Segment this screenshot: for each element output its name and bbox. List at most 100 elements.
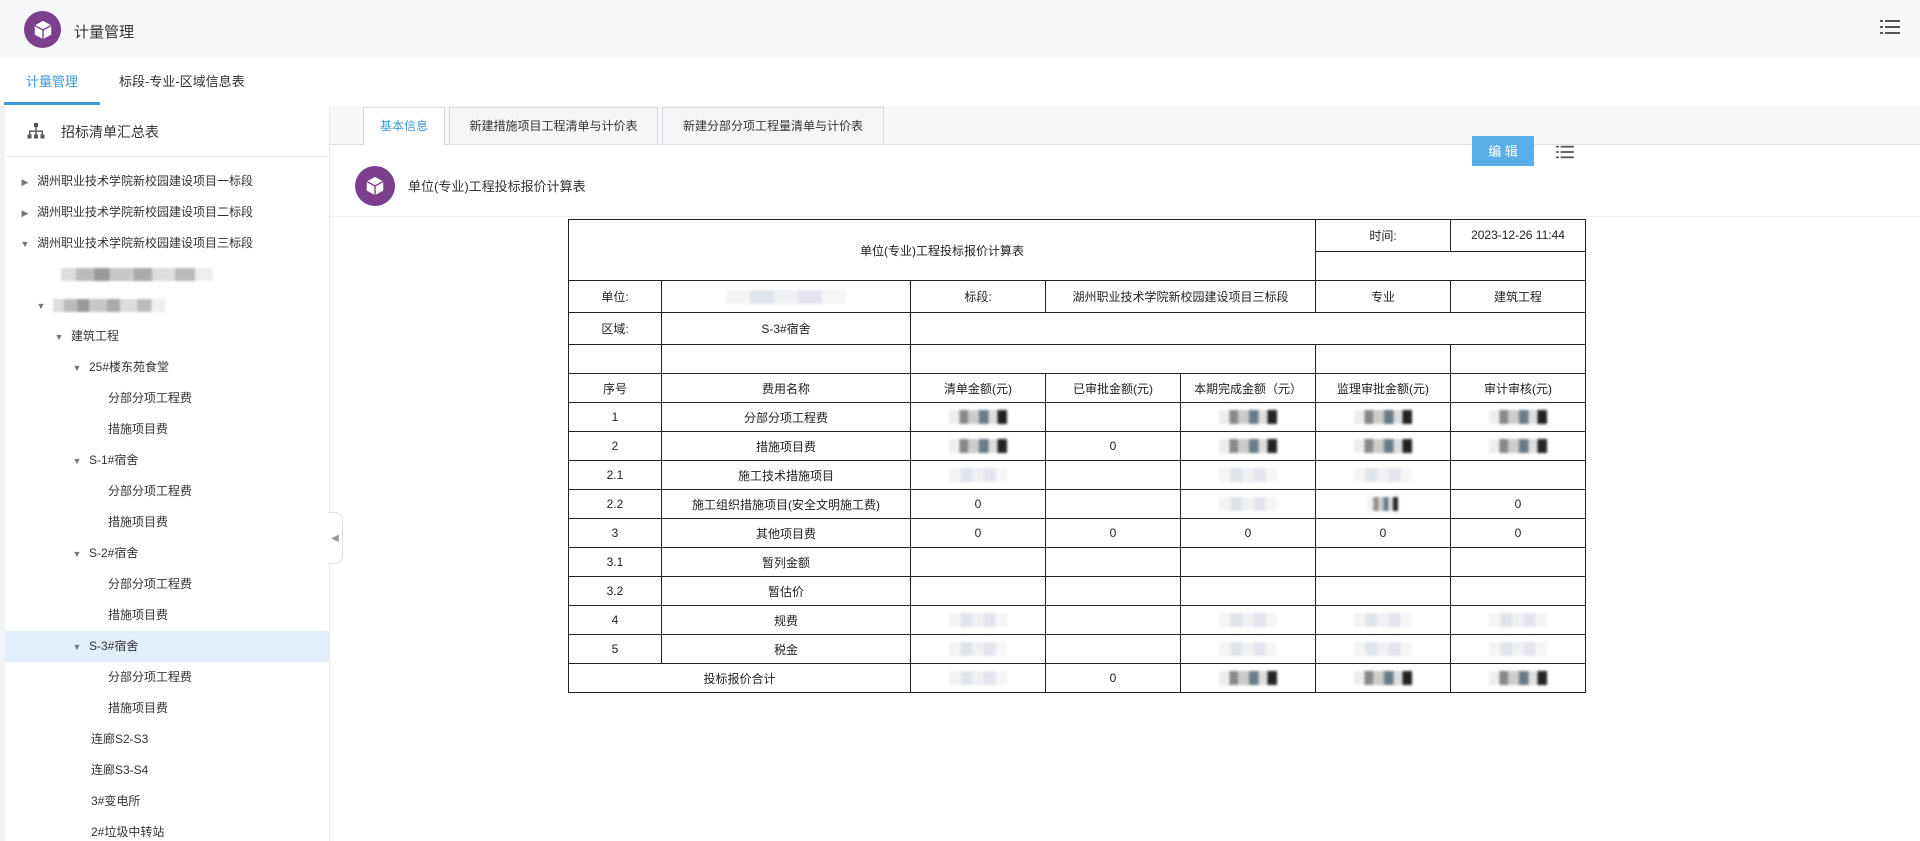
tree-item-subitem-cost[interactable]: 分部分项工程费: [5, 662, 329, 693]
caret-down-icon[interactable]: ▼: [53, 322, 65, 353]
tree-item-section-1[interactable]: ▶ 湖州职业技术学院新校园建设项目一标段: [5, 166, 329, 198]
caret-down-icon[interactable]: ▼: [35, 291, 47, 322]
redacted-value: [1219, 468, 1277, 483]
tree-item-substation-3[interactable]: 3#变电所: [5, 786, 329, 817]
cell-value: [1045, 489, 1181, 519]
row-no: 3.2: [568, 576, 662, 606]
empty-cell: [1315, 250, 1586, 282]
nav-tab-section-info[interactable]: 标段-专业-区域信息表: [117, 58, 247, 105]
tree-item-measure-cost[interactable]: 措施项目费: [5, 507, 329, 538]
unit-label: 单位:: [568, 280, 662, 313]
tree-item-section-3[interactable]: ▼ 湖州职业技术学院新校园建设项目三标段: [5, 228, 329, 260]
tree-item-label: S-1#宿舍: [89, 453, 139, 467]
tree-item-corridor-s2-s3[interactable]: 连廊S2-S3: [5, 724, 329, 755]
tab-new-subitems[interactable]: 新建分部分项工程量清单与计价表: [662, 107, 884, 144]
redacted-value: [1489, 410, 1547, 425]
row-name: 暂估价: [661, 576, 911, 606]
app-title: 计量管理: [74, 24, 135, 41]
tree-item-measure-cost[interactable]: 措施项目费: [5, 600, 329, 631]
tree-item-label: 建筑工程: [71, 329, 120, 343]
tree-item-label: 湖州职业技术学院新校园建设项目三标段: [37, 236, 254, 250]
redacted-value: [949, 439, 1007, 454]
cell-value: 0: [1045, 431, 1181, 461]
redacted-value: [949, 410, 1007, 425]
redacted-value: [1368, 497, 1398, 512]
tree-item-section-2[interactable]: ▶ 湖州职业技术学院新校园建设项目二标段: [5, 197, 329, 229]
tree-item-subitem-cost[interactable]: 分部分项工程费: [5, 476, 329, 507]
tree-item-redacted[interactable]: [5, 259, 329, 290]
org-tree-icon: [27, 123, 45, 144]
tree-item-dorm-s1[interactable]: ▼ S-1#宿舍: [5, 445, 329, 477]
cell-redacted: [1180, 431, 1316, 461]
spacer-cell: [568, 344, 662, 374]
tree-item-label: 措施项目费: [108, 701, 169, 715]
list-menu-icon[interactable]: [1880, 18, 1900, 36]
tree-item-measure-cost[interactable]: 措施项目费: [5, 414, 329, 445]
row-no: 3: [568, 518, 662, 548]
cell-redacted: [910, 605, 1046, 635]
tab-new-measures[interactable]: 新建措施项目工程清单与计价表: [449, 107, 658, 144]
cell-value: [1045, 460, 1181, 490]
caret-down-icon[interactable]: ▼: [71, 539, 83, 570]
tree-item-garbage-station-2[interactable]: 2#垃圾中转站: [5, 817, 329, 841]
caret-right-icon[interactable]: ▶: [19, 167, 31, 198]
tree-item-label: 3#变电所: [91, 794, 141, 808]
redacted-text: [61, 268, 213, 282]
col-header: 监理审批金额(元): [1315, 373, 1451, 403]
tree-item-subitem-cost[interactable]: 分部分项工程费: [5, 383, 329, 414]
tree-item-measure-cost[interactable]: 措施项目费: [5, 693, 329, 724]
row-no: 2.1: [568, 460, 662, 490]
spacer-cell: [910, 344, 1316, 374]
tree-item-building-works[interactable]: ▼ 建筑工程: [5, 321, 329, 353]
spacer-cell: [1450, 344, 1586, 374]
redacted-value: [949, 671, 1007, 686]
tree-item-label: S-3#宿舍: [89, 639, 139, 653]
unit-value: [661, 280, 911, 313]
tree-item-subitem-cost[interactable]: 分部分项工程费: [5, 569, 329, 600]
cell-redacted: [1315, 605, 1451, 635]
section-value: 湖州职业技术学院新校园建设项目三标段: [1045, 280, 1316, 313]
redacted-value: [1219, 497, 1277, 512]
row-no: 3.1: [568, 547, 662, 577]
caret-down-icon[interactable]: ▼: [71, 353, 83, 384]
redacted-value: [1219, 410, 1277, 425]
collapse-sidebar-handle[interactable]: ◀: [328, 512, 343, 564]
panel-header: 单位(专业)工程投标报价计算表: [330, 145, 1920, 217]
cell-redacted: [1450, 663, 1586, 693]
cell-value: 0: [1045, 518, 1181, 548]
tree-item-dorm-s3[interactable]: ▼ S-3#宿舍: [5, 631, 329, 663]
caret-down-icon[interactable]: ▼: [19, 229, 31, 260]
tree-item-redacted[interactable]: ▼: [5, 290, 329, 322]
edit-button[interactable]: 编 辑: [1472, 136, 1534, 166]
nav-tab-measurement[interactable]: 计量管理: [4, 58, 100, 105]
cell-value: [1045, 634, 1181, 664]
cell-redacted: [910, 431, 1046, 461]
cell-redacted: [1450, 605, 1586, 635]
chevron-left-icon: ◀: [331, 532, 339, 544]
row-no: 5: [568, 634, 662, 664]
row-name: 施工技术措施项目: [661, 460, 911, 490]
redacted-value: [1354, 468, 1412, 483]
caret-down-icon[interactable]: ▼: [71, 446, 83, 477]
tree-item-canteen[interactable]: ▼ 25#楼东苑食堂: [5, 352, 329, 384]
table-row: 3.1 暂列金额: [568, 547, 1586, 577]
cell-redacted: [1180, 663, 1316, 693]
row-name: 暂列金额: [661, 547, 911, 577]
tree-item-label: 连廊S3-S4: [91, 763, 149, 777]
cell-redacted: [1180, 489, 1316, 519]
tree-item-corridor-s3-s4[interactable]: 连廊S3-S4: [5, 755, 329, 786]
cube-icon[interactable]: [24, 11, 61, 48]
cell-redacted: [1180, 634, 1316, 664]
table-row: 2.2 施工组织措施项目(安全文明施工费) 0 0: [568, 489, 1586, 519]
list-menu-icon[interactable]: [1556, 144, 1574, 163]
redacted-value: [949, 613, 1007, 628]
tree-item-label: 分部分项工程费: [108, 577, 193, 591]
caret-right-icon[interactable]: ▶: [19, 198, 31, 229]
tree-item-dorm-s2[interactable]: ▼ S-2#宿舍: [5, 538, 329, 570]
cell-value: [1045, 605, 1181, 635]
sidebar: 招标清单汇总表 ▶ 湖州职业技术学院新校园建设项目一标段 ▶ 湖州职业技术学院新校园…: [5, 106, 330, 841]
tab-basic-info[interactable]: 基本信息: [363, 107, 445, 146]
redacted-value: [949, 468, 1007, 483]
caret-down-icon[interactable]: ▼: [71, 632, 83, 663]
cell-redacted: [1180, 460, 1316, 490]
